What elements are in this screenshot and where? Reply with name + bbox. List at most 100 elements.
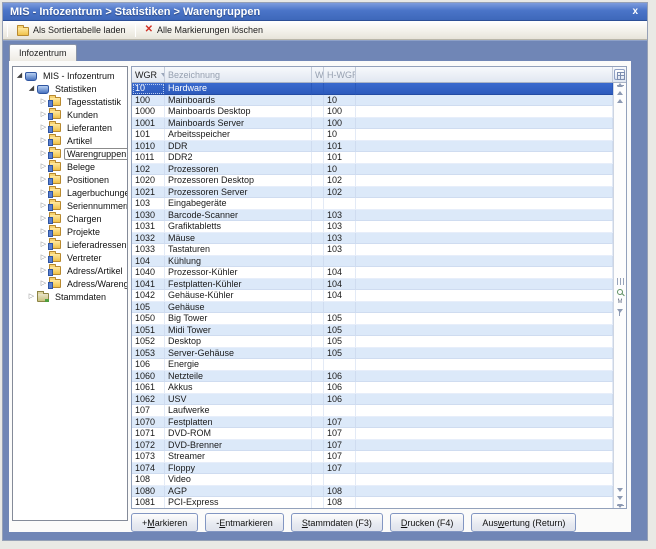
expand-arrow-icon[interactable]: ▷	[39, 264, 48, 277]
scroll-page-down-icon[interactable]	[617, 496, 623, 500]
tree-item-stammdaten[interactable]: ▷Stammdaten	[13, 290, 127, 303]
table-row[interactable]: 102Prozessoren10	[132, 164, 613, 176]
scroll-down-icon[interactable]	[617, 488, 623, 492]
toolbar-button-load-sort-table[interactable]: Als Sortiertabelle laden	[12, 22, 131, 39]
tree-item-vertreter[interactable]: ▷Vertreter	[13, 251, 127, 264]
expand-arrow-icon[interactable]: ▷	[39, 160, 48, 173]
expand-arrow-icon[interactable]: ▷	[39, 173, 48, 186]
table-row[interactable]: 1050Big Tower105	[132, 313, 613, 325]
table-row[interactable]: 1041Festplatten-Kühler104	[132, 279, 613, 291]
expand-arrow-icon[interactable]: ▷	[39, 199, 48, 212]
column-chooser-icon[interactable]	[614, 69, 625, 80]
table-row[interactable]: 1051Midi Tower105	[132, 325, 613, 337]
table-row[interactable]: 1061Akkus106	[132, 382, 613, 394]
table-row[interactable]: 101Arbeitsspeicher10	[132, 129, 613, 141]
table-row[interactable]: 106Energie	[132, 359, 613, 371]
table-row[interactable]: 1032Mäuse103	[132, 233, 613, 245]
collapse-arrow-icon[interactable]: ◢	[27, 82, 36, 95]
tree-item-positionen[interactable]: ▷Positionen	[13, 173, 127, 186]
table-row[interactable]: 1073Streamer107	[132, 451, 613, 463]
expand-arrow-icon[interactable]: ▷	[39, 121, 48, 134]
scroll-to-bottom-icon[interactable]	[617, 504, 624, 506]
column-grip-icon[interactable]	[617, 278, 624, 285]
tree-item-statistiken[interactable]: ◢Statistiken	[13, 82, 127, 95]
table-row[interactable]: 1080AGP108	[132, 486, 613, 498]
cell-h-wgr: 105	[324, 348, 356, 360]
table-row[interactable]: 104Kühlung	[132, 256, 613, 268]
tree-item-lagerbuchungen[interactable]: ▷Lagerbuchungen	[13, 186, 127, 199]
expand-arrow-icon[interactable]: ▷	[39, 225, 48, 238]
table-row[interactable]: 1072DVD-Brenner107	[132, 440, 613, 452]
table-row[interactable]: 1021Prozessoren Server102	[132, 187, 613, 199]
table-row[interactable]: 105Gehäuse	[132, 302, 613, 314]
table-row[interactable]: 103Eingabegeräte	[132, 198, 613, 210]
scroll-to-top-icon[interactable]	[617, 85, 624, 87]
report-button[interactable]: Auswertung (Return)	[471, 513, 576, 532]
tree-item-tagesstatistik[interactable]: ▷Tagesstatistik	[13, 95, 127, 108]
expand-arrow-icon[interactable]: ▷	[39, 147, 48, 160]
tree-item-seriennummern[interactable]: ▷Seriennummern	[13, 199, 127, 212]
tree-item-artikel[interactable]: ▷Artikel	[13, 134, 127, 147]
table-row[interactable]: 1070Festplatten107	[132, 417, 613, 429]
table-row[interactable]: 1010DDR101	[132, 141, 613, 153]
table-row[interactable]: 1081PCI-Express108	[132, 497, 613, 508]
column-header-wgr[interactable]: WGR	[132, 67, 165, 82]
table-row[interactable]: 1071DVD-ROM107	[132, 428, 613, 440]
column-header-w[interactable]: W	[312, 67, 324, 82]
scroll-up-icon[interactable]	[617, 99, 623, 103]
expand-arrow-icon[interactable]: ▷	[39, 108, 48, 121]
tree-item-projekte[interactable]: ▷Projekte	[13, 225, 127, 238]
collapse-arrow-icon[interactable]: ◢	[15, 69, 24, 82]
unmark-button[interactable]: - Entmarkieren	[205, 513, 284, 532]
scroll-page-up-icon[interactable]	[617, 91, 623, 95]
table-row[interactable]: 108Video	[132, 474, 613, 486]
mark-button[interactable]: + Markieren	[131, 513, 198, 532]
cell-bezeichnung: Barcode-Scanner	[165, 210, 312, 222]
table-row[interactable]: 100Mainboards10	[132, 95, 613, 107]
column-header-bezeichnung[interactable]: Bezeichnung	[165, 67, 312, 82]
table-row[interactable]: 1042Gehäuse-Kühler104	[132, 290, 613, 302]
mark-icon[interactable]: M	[618, 299, 623, 305]
expand-arrow-icon[interactable]: ▷	[39, 212, 48, 225]
expand-arrow-icon[interactable]: ▷	[39, 277, 48, 290]
tree-item-kunden[interactable]: ▷Kunden	[13, 108, 127, 121]
expand-arrow-icon[interactable]: ▷	[39, 238, 48, 251]
table-row[interactable]: 1030Barcode-Scanner103	[132, 210, 613, 222]
stammdaten-button[interactable]: Stammdaten (F3)	[291, 513, 383, 532]
expand-arrow-icon[interactable]: ▷	[39, 251, 48, 264]
tree-item-belege[interactable]: ▷Belege	[13, 160, 127, 173]
tree-item-mis-infozentrum[interactable]: ◢MIS - Infozentrum	[13, 69, 127, 82]
filter-icon[interactable]	[617, 309, 623, 313]
table-row[interactable]: 1052Desktop105	[132, 336, 613, 348]
expand-arrow-icon[interactable]: ▷	[27, 290, 36, 303]
table-row[interactable]: 1062USV106	[132, 394, 613, 406]
table-row[interactable]: 107Laufwerke	[132, 405, 613, 417]
column-header-h-wgr[interactable]: H-WGR	[324, 67, 356, 82]
table-row[interactable]: 1011DDR2101	[132, 152, 613, 164]
tree-item-adress-warengruppen[interactable]: ▷Adress/Warengruppen	[13, 277, 127, 290]
tree-item-adress-artikel[interactable]: ▷Adress/Artikel	[13, 264, 127, 277]
tree-item-warengruppen[interactable]: ▷Warengruppen	[13, 147, 127, 160]
expand-arrow-icon[interactable]: ▷	[39, 186, 48, 199]
toolbar-button-clear-all-marks[interactable]: ✕Alle Markierungen löschen	[140, 22, 268, 39]
table-row[interactable]: 1001Mainboards Server100	[132, 118, 613, 130]
table-row[interactable]: 1033Tastaturen103	[132, 244, 613, 256]
table-row[interactable]: 1053Server-Gehäuse105	[132, 348, 613, 360]
table-row[interactable]: 1000Mainboards Desktop100	[132, 106, 613, 118]
tab-infozentrum[interactable]: Infozentrum	[9, 44, 77, 61]
table-row[interactable]: 1074Floppy107	[132, 463, 613, 475]
expand-arrow-icon[interactable]: ▷	[39, 95, 48, 108]
tree-item-chargen[interactable]: ▷Chargen	[13, 212, 127, 225]
search-icon[interactable]	[617, 289, 623, 295]
table-row[interactable]: 10Hardware	[132, 83, 613, 95]
table-row[interactable]: 1060Netzteile106	[132, 371, 613, 383]
table-row[interactable]: 1040Prozessor-Kühler104	[132, 267, 613, 279]
tree-item-lieferadressen[interactable]: ▷Lieferadressen	[13, 238, 127, 251]
table-row[interactable]: 1020Prozessoren Desktop102	[132, 175, 613, 187]
expand-arrow-icon[interactable]: ▷	[39, 134, 48, 147]
print-button[interactable]: Drucken (F4)	[390, 513, 465, 532]
close-icon[interactable]: x	[630, 7, 640, 17]
cell-bezeichnung: Festplatten	[165, 417, 312, 429]
table-row[interactable]: 1031Grafiktabletts103	[132, 221, 613, 233]
tree-item-lieferanten[interactable]: ▷Lieferanten	[13, 121, 127, 134]
